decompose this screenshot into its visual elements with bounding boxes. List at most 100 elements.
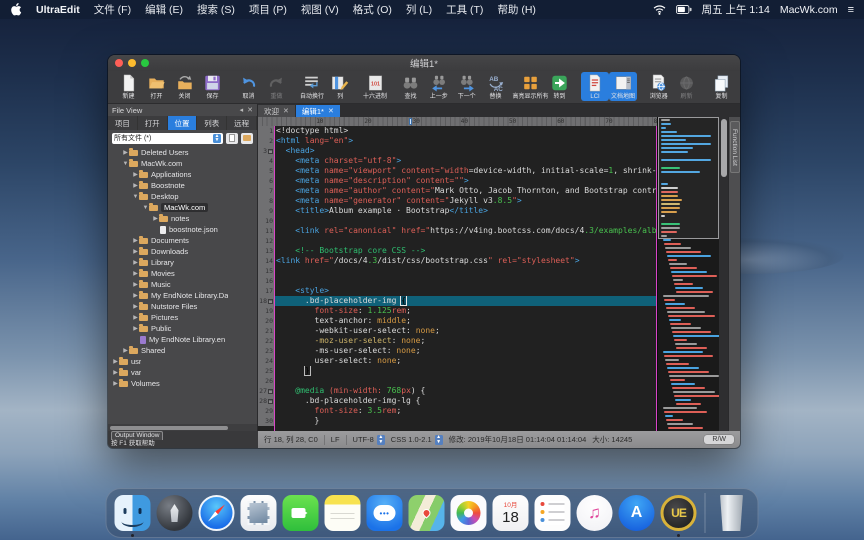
encoding-stepper-icon[interactable]: ▲▼: [377, 435, 385, 445]
dock-icon-messages[interactable]: •••: [366, 494, 404, 532]
chevron-right-icon[interactable]: ▶: [112, 380, 119, 387]
fold-marker-icon[interactable]: −: [268, 389, 273, 394]
chevron-right-icon[interactable]: ▶: [132, 171, 139, 178]
toolbar-browser-button[interactable]: 浏览器: [644, 72, 672, 101]
toolbar-find-next-button[interactable]: 下一个: [453, 72, 481, 101]
battery-icon[interactable]: [676, 5, 692, 14]
syntax-stepper-icon[interactable]: ▲▼: [435, 435, 443, 445]
zoom-window-button[interactable]: [141, 59, 149, 67]
dock-icon-maps[interactable]: [408, 494, 446, 532]
dock-icon-itunes[interactable]: ♫: [576, 494, 614, 532]
fold-marker-icon[interactable]: −: [268, 149, 273, 154]
chevron-right-icon[interactable]: ▶: [132, 248, 139, 255]
window-titlebar[interactable]: 编辑1*: [108, 55, 740, 71]
menu-item-8[interactable]: 帮助 (H): [497, 2, 536, 17]
chevron-right-icon[interactable]: ▶: [112, 369, 119, 376]
tree-item[interactable]: ▶Music: [108, 279, 257, 290]
dock-icon-photos[interactable]: [450, 494, 488, 532]
tree-item[interactable]: ▶Applications: [108, 169, 257, 180]
menu-item-4[interactable]: 视图 (V): [301, 2, 339, 17]
menu-item-1[interactable]: 编辑 (E): [145, 2, 183, 17]
chevron-right-icon[interactable]: ▶: [152, 215, 159, 222]
toolbar-lci-button[interactable]: LCI: [581, 72, 609, 101]
menu-clock[interactable]: 周五 上午 1:14: [702, 2, 770, 17]
chevron-down-icon[interactable]: ▼: [142, 205, 149, 211]
chevron-right-icon[interactable]: ▶: [132, 237, 139, 244]
panel-collapse-icon[interactable]: ◂: [240, 106, 244, 114]
toolbar-highlight-all-button[interactable]: 高亮显示所有: [516, 72, 545, 101]
dock-icon-trash[interactable]: [713, 494, 751, 532]
tree-item[interactable]: boostnote.json: [108, 224, 257, 235]
toolbar-save-button[interactable]: 保存: [199, 72, 227, 101]
chevron-right-icon[interactable]: ▶: [122, 149, 129, 156]
toolbar-find-button[interactable]: 查找: [396, 72, 424, 101]
file-view-tab-打开[interactable]: 打开: [138, 116, 168, 130]
tree-item[interactable]: My EndNote Library.en: [108, 334, 257, 345]
tree-item[interactable]: ▶var: [108, 367, 257, 378]
tree-item[interactable]: ▶My EndNote Library.Da: [108, 290, 257, 301]
tree-item[interactable]: ▼MacWk.com: [108, 202, 257, 213]
output-window-tab[interactable]: Output Window: [111, 431, 163, 440]
toolbar-doc-map-button[interactable]: 文档地图: [609, 72, 637, 101]
close-tab-icon[interactable]: ✕: [328, 107, 334, 115]
filter-stepper-icon[interactable]: ▲▼: [213, 134, 221, 143]
menu-app-name[interactable]: UltraEdit: [36, 4, 80, 16]
file-view-tab-位置[interactable]: 位置: [168, 116, 198, 130]
panel-close-icon[interactable]: ✕: [247, 106, 253, 114]
menu-item-2[interactable]: 搜索 (S): [197, 2, 235, 17]
toolbar-close-folder-button[interactable]: 关闭: [171, 72, 199, 101]
document-map[interactable]: [657, 117, 719, 431]
tree-item[interactable]: ▼Desktop: [108, 191, 257, 202]
chevron-right-icon[interactable]: ▶: [122, 347, 129, 354]
toolbar-undo-button[interactable]: 取消: [234, 72, 262, 101]
chevron-down-icon[interactable]: ▼: [132, 194, 139, 200]
function-list-tab[interactable]: Function List: [728, 117, 740, 431]
browse-folder-button[interactable]: [241, 133, 253, 144]
chevron-down-icon[interactable]: ▼: [122, 161, 129, 167]
dock-icon-reminders[interactable]: [534, 494, 572, 532]
tree-item[interactable]: ▶Pictures: [108, 312, 257, 323]
dock-icon-safari[interactable]: [198, 494, 236, 532]
menu-item-3[interactable]: 项目 (P): [249, 2, 287, 17]
chevron-right-icon[interactable]: ▶: [132, 292, 139, 299]
tree-item[interactable]: ▶Downloads: [108, 246, 257, 257]
read-write-toggle[interactable]: R/W: [704, 435, 734, 444]
menu-user[interactable]: MacWk.com: [780, 4, 838, 16]
code-editor[interactable]: 1<!doctype html>2<html lang="en">3− <hea…: [258, 126, 657, 431]
new-filter-button[interactable]: [226, 133, 238, 144]
toolbar-word-wrap-button[interactable]: 自动换行: [298, 72, 326, 101]
menu-item-6[interactable]: 列 (L): [406, 2, 432, 17]
file-view-tab-项目[interactable]: 项目: [108, 116, 138, 130]
chevron-right-icon[interactable]: ▶: [132, 314, 139, 321]
close-tab-icon[interactable]: ✕: [283, 107, 289, 115]
apple-menu-icon[interactable]: [10, 3, 22, 16]
file-filter-select[interactable]: 所有文件 (*) ▲▼: [112, 133, 223, 144]
wifi-icon[interactable]: [653, 5, 666, 15]
tree-item[interactable]: ▶usr: [108, 356, 257, 367]
chevron-right-icon[interactable]: ▶: [132, 281, 139, 288]
file-view-tab-远程[interactable]: 远程: [227, 116, 257, 130]
toolbar-open-folder-button[interactable]: 打开: [142, 72, 170, 101]
toolbar-find-prev-button[interactable]: 上一步: [425, 72, 453, 101]
minimize-window-button[interactable]: [128, 59, 136, 67]
tree-item[interactable]: ▶Documents: [108, 235, 257, 246]
dock-icon-mail[interactable]: [240, 494, 278, 532]
fold-marker-icon[interactable]: −: [268, 299, 273, 304]
toolbar-column-button[interactable]: 列: [326, 72, 354, 101]
dock-icon-appstore[interactable]: A: [618, 494, 656, 532]
editor-tab-欢迎[interactable]: 欢迎✕: [258, 105, 295, 117]
toolbar-hex-button[interactable]: 101十六进制: [361, 72, 389, 101]
editor-vscrollbar[interactable]: [719, 117, 728, 431]
chevron-right-icon[interactable]: ▶: [132, 325, 139, 332]
dock-icon-notes[interactable]: [324, 494, 362, 532]
tree-item[interactable]: ▶Movies: [108, 268, 257, 279]
tree-item[interactable]: ▶Public: [108, 323, 257, 334]
close-window-button[interactable]: [115, 59, 123, 67]
menu-item-7[interactable]: 工具 (T): [446, 2, 483, 17]
tree-item[interactable]: ▶Shared: [108, 345, 257, 356]
status-line-ending[interactable]: LF: [331, 435, 340, 444]
dock-icon-finder[interactable]: [114, 494, 152, 532]
dock-icon-launchpad[interactable]: [156, 494, 194, 532]
tree-item[interactable]: ▶Library: [108, 257, 257, 268]
file-tree-hscrollbar[interactable]: [108, 424, 257, 431]
